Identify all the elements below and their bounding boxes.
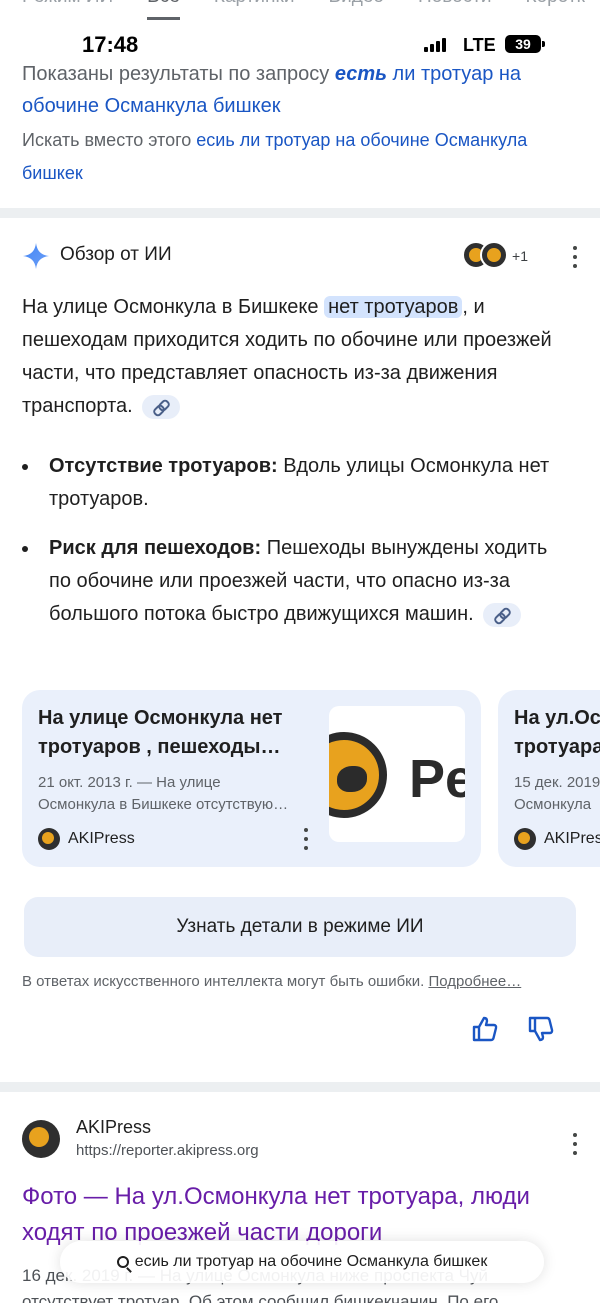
tab-ai-mode[interactable]: Режим ИИ — [22, 0, 113, 20]
battery-cap — [542, 41, 545, 47]
akipress-favicon-icon[interactable] — [22, 1120, 60, 1158]
search-instead-prefix: Искать вместо этого — [22, 130, 197, 150]
result-site-name[interactable]: AKIPress — [76, 1117, 151, 1138]
tab-images[interactable]: Картинки — [214, 0, 295, 20]
sources-count: +1 — [512, 248, 528, 264]
search-query-pill[interactable]: есиь ли тротуар на обочине Османкула биш… — [60, 1241, 544, 1283]
source-card-snippet: 21 окт. 2013 г. — На улице Осмонкула в Б… — [38, 774, 289, 813]
tab-all[interactable]: Все — [147, 0, 180, 20]
signal-icon — [424, 38, 446, 52]
source-card-thumbnail: Pe — [329, 706, 465, 842]
thumbs-up-icon[interactable] — [470, 1014, 500, 1044]
citation-link-icon[interactable] — [142, 394, 181, 419]
status-bar: 17:48 LTE 39 — [0, 30, 600, 60]
akipress-favicon-icon — [514, 828, 536, 850]
source-avatar-icon — [480, 241, 508, 269]
gemini-sparkle-icon — [23, 243, 49, 269]
ai-disclaimer: В ответах искусственного интеллекта могу… — [22, 973, 522, 990]
network-type: LTE — [463, 35, 496, 55]
ai-overview-header: Обзор от ИИ +1 — [22, 240, 578, 274]
source-card[interactable]: На ул.Осмонкула нет тротуара 15 дек. 201… — [498, 690, 600, 867]
status-time: 17:48 — [82, 32, 139, 57]
list-item: Риск для пешеходов: Пешеходы вынуждены х… — [22, 532, 570, 631]
tab-shorts[interactable]: Коротк — [526, 0, 585, 20]
source-card[interactable]: На улице Осмонкула нет тротуаров , пешех… — [22, 690, 481, 867]
ai-overview-bullets: Отсутствие тротуаров: Вдоль улицы Осмонк… — [22, 450, 570, 647]
source-card-snippet: 15 дек. 2019 г. Осмонкула — [514, 774, 600, 813]
search-icon — [116, 1256, 129, 1268]
source-card-title: На улице Осмонкула нет тротуаров , пешех… — [38, 707, 283, 758]
logo-letters: Pe — [409, 749, 465, 809]
search-tabs: Режим ИИ Все Картинки Видео Новости Коро… — [22, 0, 600, 20]
tab-news[interactable]: Новости — [418, 0, 492, 20]
highlighted-answer[interactable]: нет тротуаров — [324, 296, 463, 318]
result-more-options-icon[interactable] — [572, 1133, 578, 1155]
source-avatars[interactable] — [462, 241, 508, 271]
ai-overview-text: На улице Осмонкула в Бишкеке нет тротуар… — [22, 296, 552, 419]
battery-icon: 39 — [505, 35, 541, 53]
more-options-icon[interactable] — [572, 246, 578, 268]
shown-results-prefix: Показаны результаты по запросу — [22, 63, 335, 85]
list-item: Отсутствие тротуаров: Вдоль улицы Осмонк… — [22, 450, 570, 516]
akipress-favicon-icon — [38, 828, 60, 850]
result-url[interactable]: https://reporter.akipress.org — [76, 1142, 259, 1159]
thumbs-down-icon[interactable] — [526, 1014, 556, 1044]
corrected-word: есть — [334, 63, 387, 85]
learn-more-link[interactable]: Подробнее… — [428, 973, 521, 990]
source-card-title: На ул.Осмонкула нет тротуара — [514, 707, 600, 758]
source-cards-carousel[interactable]: На улице Осмонкула нет тротуаров , пешех… — [22, 690, 600, 867]
battery-level: 39 — [515, 36, 531, 52]
card-more-options-icon[interactable] — [303, 828, 309, 850]
section-divider — [0, 208, 600, 218]
search-query-text: есиь ли тротуар на обочине Османкула биш… — [134, 1253, 488, 1270]
ai-mode-details-button[interactable]: Узнать детали в режиме ИИ — [24, 897, 576, 957]
tab-video[interactable]: Видео — [328, 0, 384, 20]
section-divider — [0, 1082, 600, 1092]
citation-link-icon[interactable] — [483, 602, 522, 627]
spelling-correction: Показаны результаты по запросу есть ли т… — [22, 58, 578, 190]
ai-overview-title: Обзор от ИИ — [60, 244, 172, 265]
source-card-site: AKIPress — [514, 828, 600, 850]
source-card-site: AKIPress — [38, 828, 135, 850]
